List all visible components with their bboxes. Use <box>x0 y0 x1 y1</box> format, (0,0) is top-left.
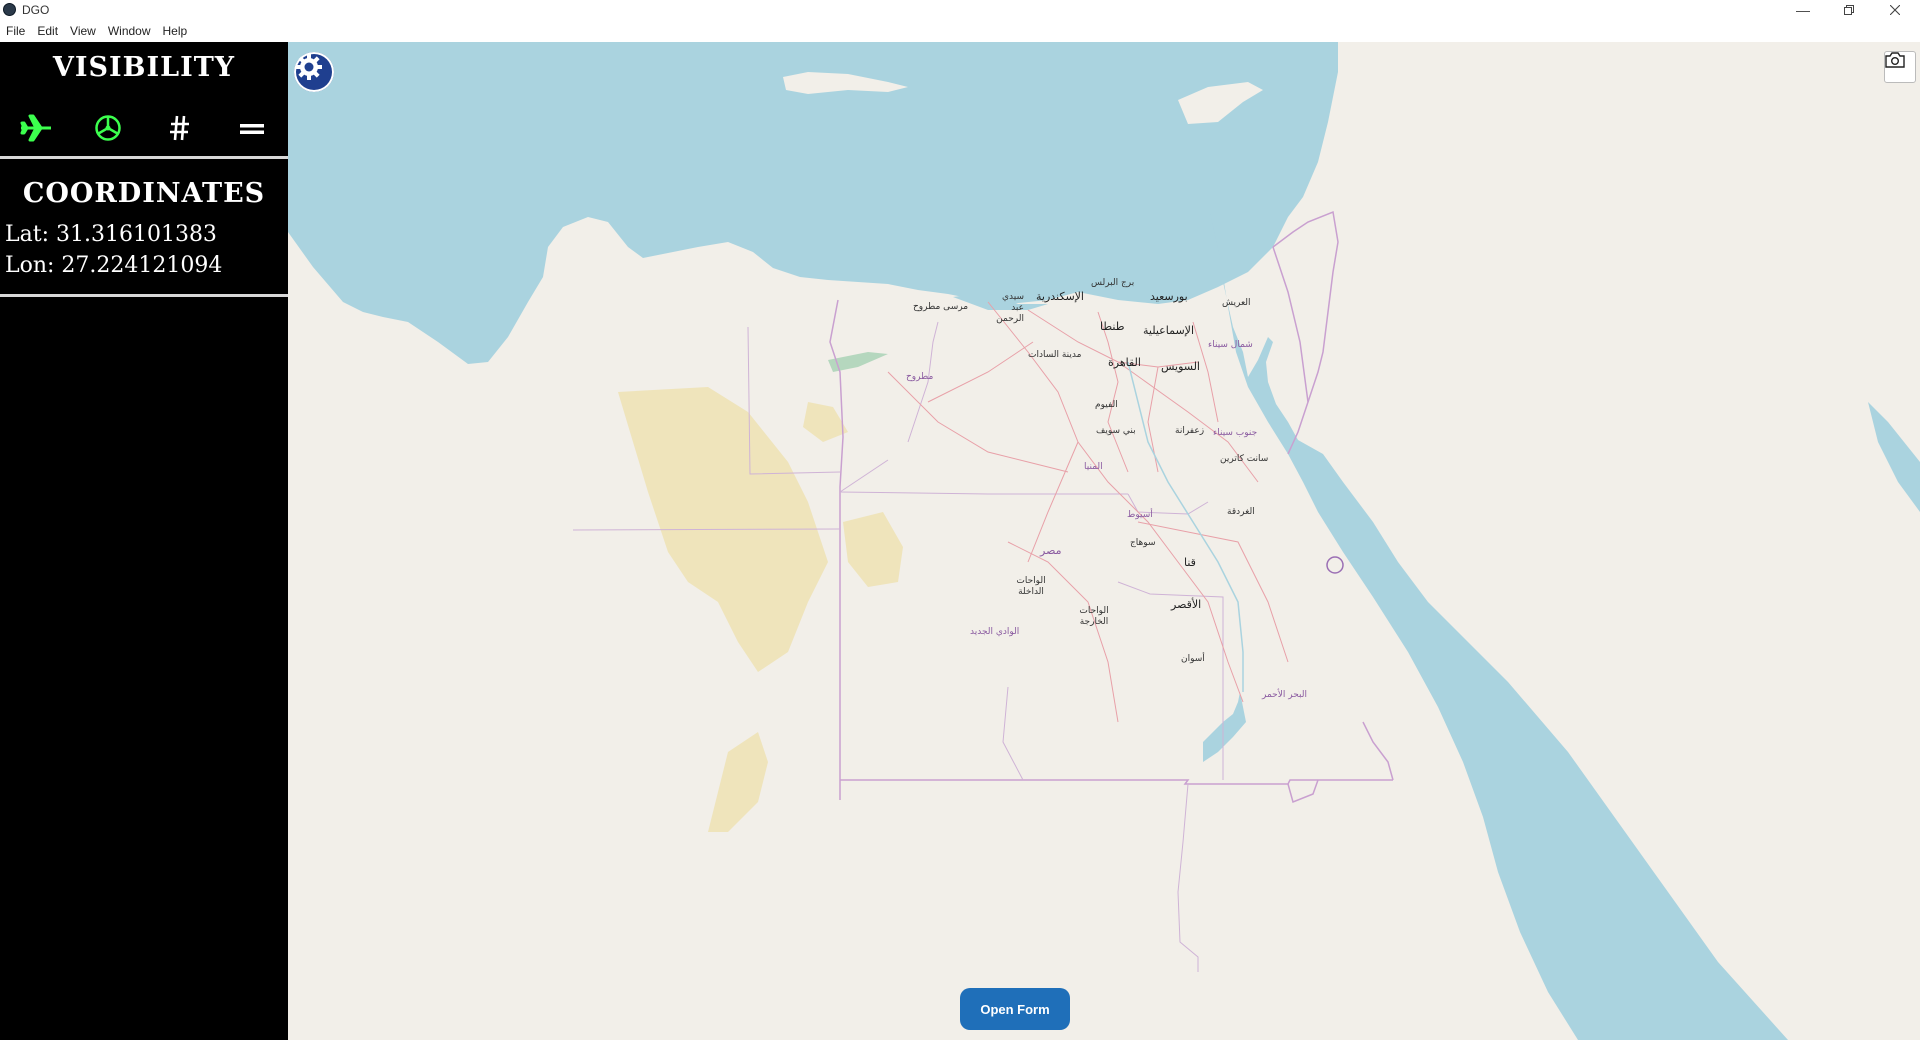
map-label: زعفرانة <box>1175 426 1205 436</box>
divider <box>0 156 288 159</box>
map-label: مرسى مطروح <box>913 302 969 312</box>
menu-help[interactable]: Help <box>157 20 194 42</box>
menu-edit[interactable]: Edit <box>31 20 64 42</box>
map-label: الواحات الخارجة <box>1079 606 1109 627</box>
title-bar: DGO — <box>0 0 1920 20</box>
open-form-button[interactable]: Open Form <box>960 988 1070 1030</box>
app-globe-icon <box>3 3 16 16</box>
map-label: أسوان <box>1181 654 1205 664</box>
equals-icon[interactable] <box>232 108 272 148</box>
menu-file[interactable]: File <box>0 20 31 42</box>
red-sea <box>1210 212 1788 1040</box>
map-label: الغردقة <box>1227 507 1255 517</box>
map-label: بني سويف <box>1096 426 1136 436</box>
camera-icon <box>1885 52 1905 68</box>
window-title: DGO <box>22 3 50 17</box>
restore-icon[interactable] <box>1826 0 1872 20</box>
map-label: سيدي عبد الرحمن <box>996 292 1024 324</box>
map-label: قنا <box>1184 556 1196 569</box>
map-label: مدينة السادات <box>1028 350 1082 360</box>
map-label: الفيوم <box>1095 400 1118 410</box>
menu-bar: File Edit View Window Help <box>0 20 1920 42</box>
gear-icon <box>296 54 322 80</box>
map-label: المنيا <box>1084 462 1103 472</box>
minimize-icon[interactable]: — <box>1780 0 1826 20</box>
map-label: الأقصر <box>1171 598 1202 611</box>
map-label: الواحات الداخلة <box>1016 576 1046 597</box>
visibility-title: VISIBILITY <box>52 52 236 83</box>
map-label: بورسعيد <box>1150 290 1188 303</box>
map-canvas <box>288 42 1920 1040</box>
settings-button[interactable] <box>294 52 334 92</box>
map-label: القاهرة <box>1108 356 1141 369</box>
map-label: سانت كاترين <box>1220 454 1269 464</box>
map-label: طنطا <box>1100 320 1125 333</box>
radar-icon[interactable] <box>88 108 128 148</box>
map-label: مطروح <box>906 372 934 382</box>
side-panel: VISIBILITY COORDINATES Lat: 31.316101383… <box>0 42 288 1040</box>
map-label: البحر الأحمر <box>1262 690 1307 700</box>
map-label: سوهاج <box>1130 538 1156 548</box>
hash-icon[interactable] <box>160 108 200 148</box>
map-view[interactable]: برج البرلس بورسعيد العريش سيدي عبد الرحم… <box>288 42 1920 1040</box>
menu-window[interactable]: Window <box>102 20 157 42</box>
map-label: مصر <box>1040 544 1062 557</box>
map-label: الإسماعيلية <box>1143 324 1194 337</box>
map-label: العريش <box>1222 298 1251 308</box>
divider <box>0 294 288 297</box>
map-label: شمال سيناء <box>1208 340 1253 350</box>
map-label: الوادي الجديد <box>970 627 1020 637</box>
latitude-readout: Lat: 31.316101383 <box>5 222 217 247</box>
coordinates-title: COORDINATES <box>22 178 266 209</box>
map-label: الإسكندرية <box>1036 290 1084 303</box>
map-label: أسيوط <box>1127 510 1153 520</box>
map-label: جنوب سيناء <box>1213 428 1258 438</box>
close-icon[interactable] <box>1872 0 1918 20</box>
screenshot-button[interactable] <box>1884 51 1916 83</box>
airplane-icon[interactable] <box>16 108 56 148</box>
menu-view[interactable]: View <box>64 20 102 42</box>
longitude-readout: Lon: 27.224121094 <box>5 253 223 278</box>
visibility-toggles <box>0 108 288 148</box>
map-label: برج البرلس <box>1091 278 1135 288</box>
map-label: السويس <box>1161 360 1200 373</box>
